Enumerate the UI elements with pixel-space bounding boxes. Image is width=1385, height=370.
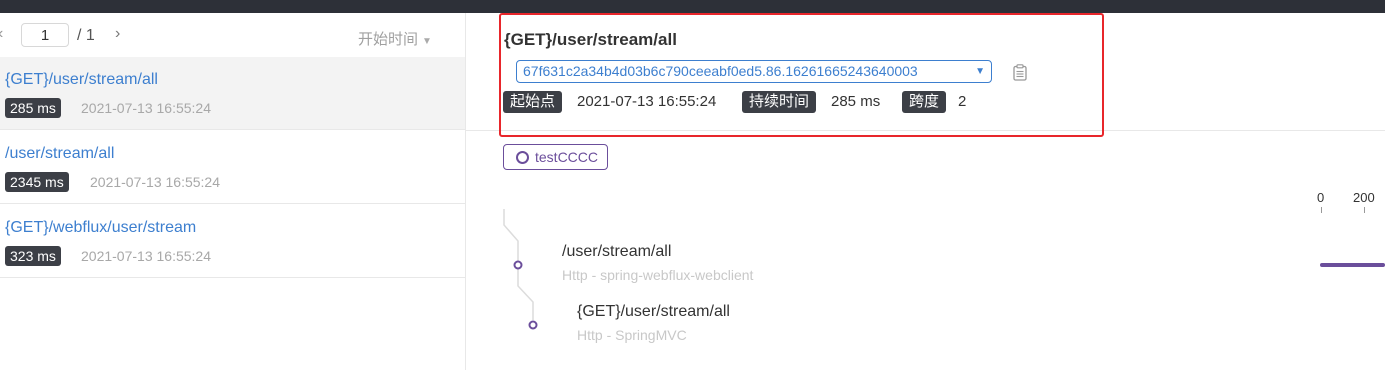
caret-down-icon: ▼: [422, 36, 432, 47]
prev-page-icon[interactable]: ‹: [0, 25, 3, 43]
span-node-icon: [528, 320, 538, 330]
timeline-tick: [1364, 207, 1365, 213]
sort-by-start-time[interactable]: 开始时间 ▼: [358, 28, 432, 49]
timeline-tick-label: 200: [1353, 190, 1375, 205]
trace-duration-badge: 323 ms: [5, 246, 61, 266]
timeline-tick-label: 0: [1317, 190, 1325, 205]
trace-start-time: 2021-07-13 16:55:24: [90, 174, 220, 190]
trace-start-time: 2021-07-13 16:55:24: [81, 248, 211, 264]
next-page-icon[interactable]: ›: [115, 25, 120, 43]
timeline-span-bar[interactable]: [1320, 263, 1385, 267]
pagination: ‹ 1 / 1 › 开始时间▼: [0, 13, 465, 57]
trace-item-name[interactable]: {GET}/user/stream/all: [5, 71, 158, 89]
timeline-tick: [1321, 207, 1322, 213]
trace-item[interactable]: {GET}/user/stream/all 285 ms 2021-07-13 …: [0, 57, 465, 130]
trace-duration-badge: 2345 ms: [5, 172, 69, 192]
trace-item-name[interactable]: {GET}/webflux/user/stream: [5, 219, 196, 237]
span-name[interactable]: /user/stream/all: [562, 243, 671, 261]
trace-start-time: 2021-07-13 16:55:24: [81, 100, 211, 116]
trace-item[interactable]: /user/stream/all 2345 ms 2021-07-13 16:5…: [0, 131, 465, 204]
top-bar: [0, 0, 1385, 13]
page-total: / 1: [77, 27, 95, 44]
span-component: Http - SpringMVC: [577, 327, 687, 343]
trace-list-panel: ‹ 1 / 1 › 开始时间▼ {GET}/user/stream/all 28…: [0, 13, 466, 370]
sort-label: 开始时间: [358, 31, 419, 48]
trace-duration-badge: 285 ms: [5, 98, 61, 118]
page-number-input[interactable]: 1: [21, 23, 69, 47]
trace-item-name[interactable]: /user/stream/all: [5, 145, 114, 163]
trace-item[interactable]: {GET}/webflux/user/stream 323 ms 2021-07…: [0, 205, 465, 278]
annotation-highlight-box: [499, 13, 1104, 137]
span-name[interactable]: {GET}/user/stream/all: [577, 303, 730, 321]
span-node-icon: [513, 260, 523, 270]
span-component: Http - spring-webflux-webclient: [562, 267, 754, 283]
